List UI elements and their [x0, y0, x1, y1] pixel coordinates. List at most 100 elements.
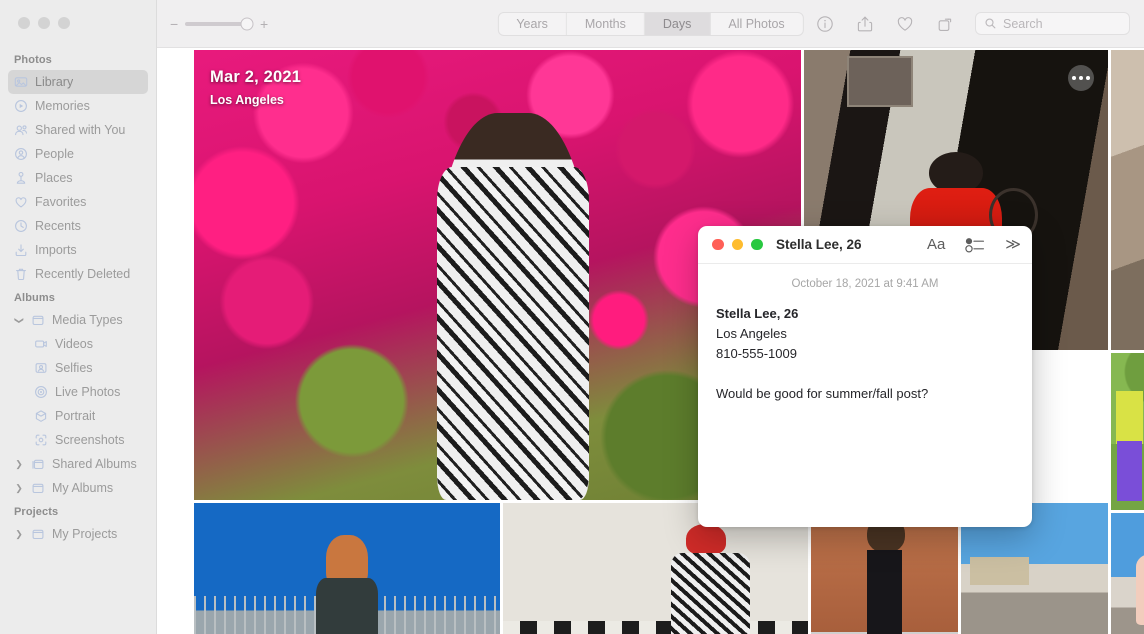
sidebar-item-screenshots[interactable]: Screenshots: [8, 428, 148, 452]
photo-subject-dress: [670, 553, 751, 634]
photo-subject-dress: [866, 549, 903, 634]
sidebar-item-shared-albums[interactable]: ❯ Shared Albums: [8, 452, 148, 476]
screenshot-icon: [34, 433, 48, 447]
sidebar-item-label: Favorites: [35, 195, 87, 209]
sidebar-item-label: Memories: [35, 99, 90, 113]
selfie-icon: [34, 361, 48, 375]
notes-text-content[interactable]: Stella Lee, 26 Los Angeles 810-555-1009 Wou…: [716, 304, 1014, 404]
zoom-out-icon[interactable]: −: [170, 17, 178, 31]
notes-blank-line: [716, 364, 1014, 384]
share-icon[interactable]: [855, 14, 875, 34]
sidebar-item-media-types[interactable]: ❯ Media Types: [8, 308, 148, 332]
sidebar-item-library[interactable]: Library: [8, 70, 148, 94]
photo-subject-pants: [1117, 440, 1142, 501]
photo-subject-coat: [316, 578, 378, 634]
sidebar-item-my-albums[interactable]: ❯ My Albums: [8, 476, 148, 500]
notes-body[interactable]: October 18, 2021 at 9:41 AM Stella Lee, …: [698, 264, 1032, 404]
sidebar-item-shared-with-you[interactable]: Shared with You: [8, 118, 148, 142]
view-mode-segmented-control[interactable]: Years Months Days All Photos: [497, 11, 804, 36]
toolbar: − + Years Months Days All Photos Search: [157, 0, 1144, 48]
day-header-overlay: Mar 2, 2021 Los Angeles: [210, 68, 301, 107]
sidebar-item-imports[interactable]: Imports: [8, 238, 148, 262]
notes-minimize-button[interactable]: [731, 238, 743, 251]
photo-tile-pink-jacket[interactable]: [1111, 513, 1144, 634]
shared-folder-icon: [31, 457, 45, 471]
zoom-in-icon[interactable]: +: [260, 17, 268, 31]
sidebar-item-selfies[interactable]: Selfies: [8, 356, 148, 380]
trash-icon: [14, 267, 28, 281]
notes-traffic-lights[interactable]: [712, 238, 763, 251]
photo-detail-building: [969, 556, 1029, 586]
folder-icon: [31, 313, 45, 327]
photo-subject-hat: [686, 524, 726, 555]
chevron-right-icon[interactable]: ❯: [14, 459, 24, 469]
tab-months[interactable]: Months: [567, 12, 645, 35]
rotate-icon[interactable]: [935, 14, 955, 34]
portrait-icon: [34, 409, 48, 423]
favorite-heart-icon[interactable]: [895, 14, 915, 34]
format-text-button[interactable]: Aa: [927, 237, 945, 252]
info-icon[interactable]: [815, 14, 835, 34]
minimize-button[interactable]: [38, 17, 50, 29]
search-input[interactable]: Search: [975, 12, 1130, 35]
photo-tile-bridge[interactable]: [194, 503, 500, 634]
notes-line: 810-555-1009: [716, 346, 797, 361]
notes-titlebar[interactable]: Stella Lee, 26 Aa ≫: [698, 226, 1032, 264]
zoom-slider-track[interactable]: [185, 17, 254, 30]
chevron-right-icon[interactable]: ❯: [14, 529, 24, 539]
sidebar-scroll-area[interactable]: Photos Library Memories Shared with You Peop…: [0, 48, 156, 634]
sidebar-item-label: Places: [35, 171, 73, 185]
sidebar-item-recently-deleted[interactable]: Recently Deleted: [8, 262, 148, 286]
photo-tile-garden[interactable]: [1111, 353, 1144, 510]
sidebar-item-label: Shared with You: [35, 123, 126, 137]
chevron-down-icon[interactable]: ❯: [15, 315, 25, 325]
tab-years[interactable]: Years: [498, 12, 567, 35]
sidebar-item-label: Recently Deleted: [35, 267, 131, 281]
zoom-button[interactable]: [58, 17, 70, 29]
notes-line: Los Angeles: [716, 326, 787, 341]
notes-window[interactable]: Stella Lee, 26 Aa ≫ October 18, 2021 at …: [698, 226, 1032, 527]
zoom-slider-control[interactable]: − +: [170, 17, 268, 31]
sidebar-item-places[interactable]: Places: [8, 166, 148, 190]
sidebar-item-label: Portrait: [55, 409, 96, 423]
sidebar-item-live-photos[interactable]: Live Photos: [8, 380, 148, 404]
notes-timestamp: October 18, 2021 at 9:41 AM: [791, 278, 939, 290]
sidebar-item-people[interactable]: People: [8, 142, 148, 166]
sidebar-item-my-projects[interactable]: ❯ My Projects: [8, 522, 148, 546]
sidebar-item-label: Live Photos: [55, 385, 121, 399]
sidebar-section-title-photos: Photos: [14, 54, 52, 66]
window-traffic-lights[interactable]: [18, 17, 70, 29]
notes-close-button[interactable]: [712, 238, 724, 251]
sidebar-item-favorites[interactable]: Favorites: [8, 190, 148, 214]
more-dot: [1086, 76, 1090, 80]
tab-days[interactable]: Days: [644, 12, 711, 35]
people-icon: [14, 147, 28, 161]
photos-library-icon: [14, 75, 28, 89]
sidebar-item-label: Recents: [35, 219, 81, 233]
clock-icon: [14, 219, 28, 233]
notes-zoom-button[interactable]: [751, 238, 763, 251]
search-placeholder: Search: [1003, 16, 1043, 31]
sidebar-item-label: Library: [35, 75, 74, 89]
notes-line: Would be good for summer/fall post?: [716, 386, 929, 401]
tab-all-photos[interactable]: All Photos: [710, 13, 802, 35]
live-photo-icon: [34, 385, 48, 399]
checklist-icon[interactable]: [965, 237, 985, 253]
more-options-button[interactable]: [1068, 65, 1094, 91]
photo-subject-jacket: [1135, 553, 1144, 625]
video-icon: [34, 337, 48, 351]
folder-icon: [31, 481, 45, 495]
sidebar-item-recents[interactable]: Recents: [8, 214, 148, 238]
chevron-right-icon[interactable]: ❯: [14, 483, 24, 493]
sidebar-section-title-albums: Albums: [14, 292, 55, 304]
sidebar-item-videos[interactable]: Videos: [8, 332, 148, 356]
expand-button[interactable]: ≫: [1005, 237, 1021, 252]
photo-tile-street-sliver[interactable]: [1111, 50, 1144, 350]
sidebar-item-memories[interactable]: Memories: [8, 94, 148, 118]
places-pin-icon: [14, 171, 28, 185]
import-icon: [14, 243, 28, 257]
sidebar-item-portrait[interactable]: Portrait: [8, 404, 148, 428]
photo-detail-checker-floor: [503, 621, 808, 634]
zoom-slider-knob[interactable]: [240, 17, 254, 30]
close-button[interactable]: [18, 17, 30, 29]
